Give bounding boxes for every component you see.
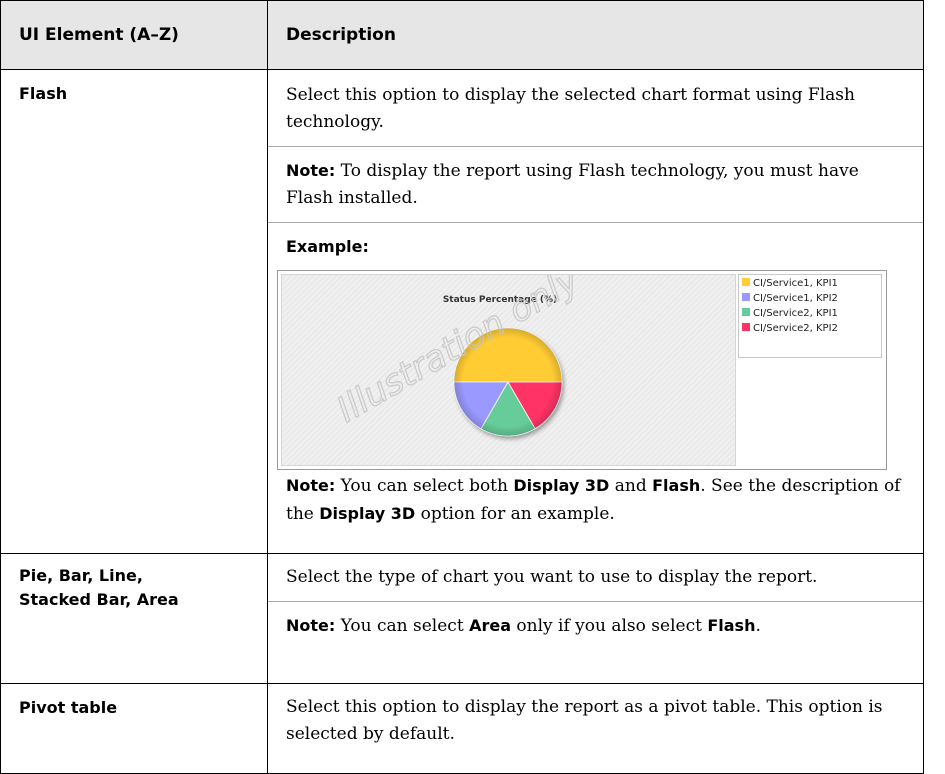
table-row-chart-types: Pie, Bar, Line, Stacked Bar, Area Select…	[0, 553, 924, 684]
note-text: and	[609, 476, 653, 496]
note-bold-flash: Flash	[707, 616, 756, 635]
note-label: Note:	[286, 616, 336, 635]
note-text: You can select	[335, 616, 470, 636]
table-row-pivot-table: Pivot table Select this option to displa…	[0, 683, 924, 774]
element-name-flash: Flash	[19, 84, 68, 103]
ui-element-table: UI Element (A–Z) Description Flash Selec…	[0, 0, 924, 774]
note-text: To display the report using Flash techno…	[286, 161, 859, 208]
legend-label: CI/Service1, KPI1	[753, 278, 838, 289]
legend-item: CI/Service1, KPI1	[742, 278, 838, 293]
note-label: Note:	[286, 476, 336, 495]
note-text: You can select both	[335, 476, 514, 496]
example-chart: Status Percentage (%) Illustration only …	[277, 270, 887, 470]
note-text: option for an example.	[415, 504, 615, 524]
legend-label: CI/Service2, KPI2	[753, 323, 838, 334]
note-bold-display-3d: Display 3D	[513, 476, 610, 495]
flash-note-3d: Note: You can select both Display 3D and…	[268, 470, 923, 538]
description-cell-chart-types: Select the type of chart you want to use…	[267, 553, 924, 684]
pie-chart-svg: Status Percentage (%) Illustration only	[330, 275, 588, 439]
note-bold-area: Area	[469, 616, 511, 635]
note-bold-flash: Flash	[652, 476, 701, 495]
note-label: Note:	[286, 161, 336, 180]
note-text: .	[755, 616, 761, 636]
legend-swatch	[742, 323, 750, 331]
legend-item: CI/Service1, KPI2	[742, 293, 838, 308]
table-row-flash: Flash Select this option to display the …	[0, 69, 924, 554]
header-description: Description	[267, 0, 924, 70]
chart-types-description: Select the type of chart you want to use…	[268, 554, 923, 602]
element-name-chart-types: Pie, Bar, Line, Stacked Bar, Area	[19, 554, 267, 612]
description-cell-flash: Select this option to display the select…	[267, 69, 924, 554]
chart-legend: CI/Service1, KPI1 CI/Service1, KPI2 CI/Ser…	[738, 274, 882, 358]
chart-types-note: Note: You can select Area only if you al…	[268, 602, 923, 650]
element-cell-flash: Flash	[0, 69, 268, 554]
element-name-line: Stacked Bar, Area	[19, 590, 179, 609]
legend-label: CI/Service2, KPI1	[753, 308, 838, 319]
legend-item: CI/Service2, KPI1	[742, 308, 838, 323]
legend-label: CI/Service1, KPI2	[753, 293, 838, 304]
legend-swatch	[742, 278, 750, 286]
flash-description: Select this option to display the select…	[268, 70, 923, 147]
example-block: Example:	[268, 223, 923, 260]
element-cell-chart-types: Pie, Bar, Line, Stacked Bar, Area	[0, 553, 268, 684]
example-label: Example:	[286, 237, 369, 256]
note-text: only if you also select	[511, 616, 708, 636]
element-cell-pivot-table: Pivot table	[0, 683, 268, 774]
chart-plot-area: Status Percentage (%) Illustration only	[281, 274, 736, 466]
header-ui-element: UI Element (A–Z)	[0, 0, 268, 70]
flash-note-requirement: Note: To display the report using Flash …	[268, 147, 923, 223]
note-bold-display-3d: Display 3D	[319, 504, 416, 523]
pivot-table-description: Select this option to display the report…	[286, 697, 883, 744]
description-cell-pivot-table: Select this option to display the report…	[267, 683, 924, 774]
legend-item: CI/Service2, KPI2	[742, 323, 838, 338]
element-name-line: Pie, Bar, Line,	[19, 566, 143, 585]
legend-swatch	[742, 308, 750, 316]
table-header-row: UI Element (A–Z) Description	[0, 0, 924, 70]
element-name-pivot-table: Pivot table	[19, 698, 118, 717]
legend-swatch	[742, 293, 750, 301]
